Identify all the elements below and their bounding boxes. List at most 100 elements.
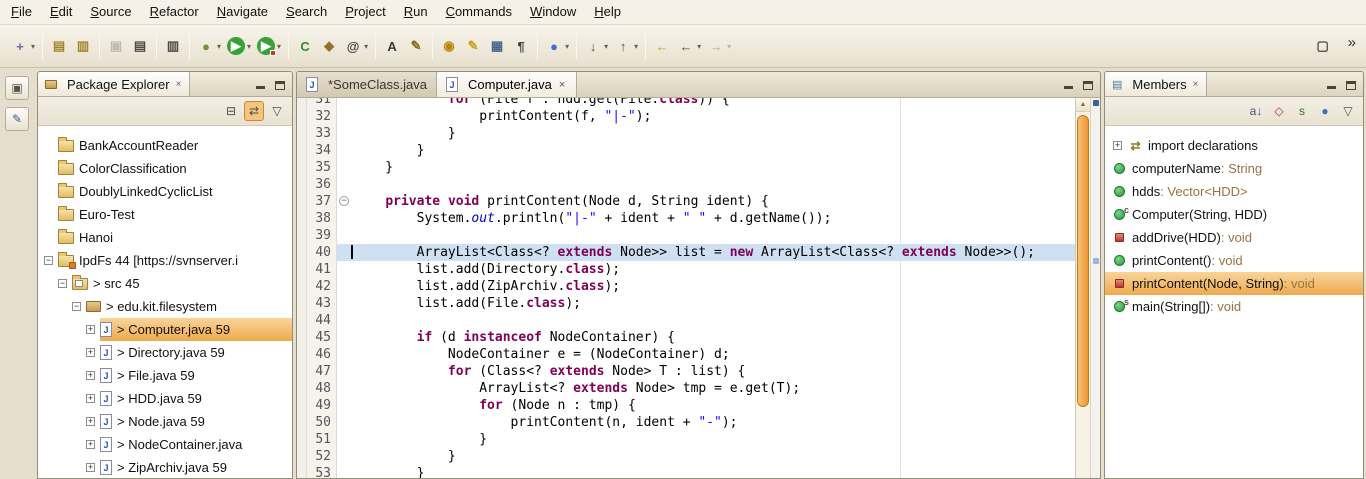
expander-icon[interactable]: + — [84, 323, 97, 336]
toolbar-overflow-chevron[interactable]: » — [1344, 34, 1360, 51]
tree-item[interactable]: +J> File.java 59 — [38, 364, 292, 387]
code-line[interactable]: 33 } — [307, 125, 1075, 142]
last-edit-location-button[interactable]: ← — [651, 34, 673, 58]
code-line[interactable]: 44 — [307, 312, 1075, 329]
tab-members[interactable]: ▤ Members × — [1105, 72, 1207, 96]
search-button[interactable]: ◉ — [438, 34, 460, 58]
previous-annotation-button[interactable]: ↑▾ — [612, 34, 640, 58]
new-java-package-button[interactable]: ◆ — [318, 34, 340, 58]
annotation-ruler[interactable] — [297, 98, 307, 478]
close-icon[interactable]: × — [175, 79, 183, 90]
code-line[interactable]: 36 — [307, 176, 1075, 193]
tree-item[interactable]: −> src 45 — [38, 272, 292, 295]
tree-item[interactable]: +J> Directory.java 59 — [38, 341, 292, 364]
menu-edit[interactable]: Edit — [41, 0, 81, 24]
tab-package-explorer[interactable]: Package Explorer × — [38, 72, 190, 96]
expander-icon[interactable]: + — [84, 392, 97, 405]
maximize-button[interactable] — [273, 78, 286, 91]
expander-icon[interactable]: − — [70, 300, 83, 313]
member-item[interactable]: printContent(Node, String) : void — [1105, 272, 1363, 295]
dropdown-arrow-icon[interactable]: ▾ — [217, 42, 221, 51]
code-line[interactable]: 39 — [307, 227, 1075, 244]
sort-button[interactable]: a↓ — [1246, 101, 1266, 121]
dropdown-arrow-icon[interactable]: ▾ — [565, 42, 569, 51]
dropdown-arrow-icon[interactable]: ▾ — [364, 42, 368, 51]
debug-button[interactable]: ●▾ — [195, 34, 223, 58]
member-item[interactable]: smain(String[]) : void — [1105, 295, 1363, 318]
menu-search[interactable]: Search — [277, 0, 336, 24]
expander-icon[interactable]: + — [84, 346, 97, 359]
member-item[interactable]: hdds : Vector<HDD> — [1105, 180, 1363, 203]
ant-build-button[interactable]: A — [381, 34, 403, 58]
expander-icon[interactable]: + — [84, 461, 97, 474]
tree-item[interactable]: BankAccountReader — [38, 134, 292, 157]
overview-mark[interactable] — [1093, 258, 1099, 264]
code-line[interactable]: 49 for (Node n : tmp) { — [307, 397, 1075, 414]
coverage-button[interactable]: @▾ — [342, 34, 370, 58]
expander-icon[interactable]: + — [84, 415, 97, 428]
dropdown-arrow-icon[interactable]: ▾ — [604, 42, 608, 51]
tab-computer-java[interactable]: J Computer.java × — [437, 72, 577, 97]
minimize-button[interactable] — [1062, 78, 1075, 91]
menu-run[interactable]: Run — [395, 0, 437, 24]
menu-navigate[interactable]: Navigate — [208, 0, 277, 24]
fold-marker-icon[interactable]: − — [339, 196, 349, 206]
code-line[interactable]: 32 printContent(f, "|-"); — [307, 108, 1075, 125]
code-line[interactable]: 45 if (d instanceof NodeContainer) { — [307, 329, 1075, 346]
hide-fields-button[interactable]: ◇ — [1269, 101, 1289, 121]
code-line[interactable]: 40 ArrayList<Class<? extends Node>> list… — [307, 244, 1075, 261]
open-view-button[interactable]: ✎ — [5, 107, 29, 131]
link-with-editor-button[interactable]: ⇄ — [244, 101, 264, 121]
run-button[interactable]: ▶▾ — [225, 34, 253, 58]
code-line[interactable]: 31 for (File f : hdd.get(File.class)) { — [307, 98, 1075, 108]
code-line[interactable]: 37− private void printContent(Node d, St… — [307, 193, 1075, 210]
menu-file[interactable]: File — [2, 0, 41, 24]
tree-item[interactable]: Euro-Test — [38, 203, 292, 226]
tree-item[interactable]: +J> NodeContainer.java — [38, 433, 292, 456]
tree-item[interactable]: +J> HDD.java 59 — [38, 387, 292, 410]
member-item[interactable]: computerName : String — [1105, 157, 1363, 180]
minimize-button[interactable] — [1325, 78, 1338, 91]
vertical-scrollbar[interactable]: ▲ — [1075, 98, 1090, 478]
print-button[interactable]: ▤ — [129, 34, 151, 58]
open-task-button[interactable]: ▤ — [48, 34, 70, 58]
expander-icon[interactable]: + — [84, 438, 97, 451]
code-line[interactable]: 52 } — [307, 448, 1075, 465]
new-java-class-button[interactable]: C — [294, 34, 316, 58]
hide-static-button[interactable]: s — [1292, 101, 1312, 121]
expander-icon[interactable]: + — [84, 369, 97, 382]
task-repositories-button[interactable]: ▥ — [72, 34, 94, 58]
tree-item[interactable]: Hanoi — [38, 226, 292, 249]
code-line[interactable]: 41 list.add(Directory.class); — [307, 261, 1075, 278]
code-line[interactable]: 53 } — [307, 465, 1075, 478]
web-browser-button[interactable]: ●▾ — [543, 34, 571, 58]
code-line[interactable]: 46 NodeContainer e = (NodeContainer) d; — [307, 346, 1075, 363]
dropdown-arrow-icon[interactable]: ▾ — [247, 42, 251, 51]
dropdown-arrow-icon[interactable]: ▾ — [634, 42, 638, 51]
member-item[interactable]: cComputer(String, HDD) — [1105, 203, 1363, 226]
code-line[interactable]: 50 printContent(n, ident + "-"); — [307, 414, 1075, 431]
tree-item[interactable]: +J> ZipArchiv.java 59 — [38, 456, 292, 478]
tree-item[interactable]: +J> Computer.java 59 — [38, 318, 292, 341]
show-whitespace-button[interactable]: ▦ — [486, 34, 508, 58]
expander-icon[interactable]: − — [42, 254, 55, 267]
code-line[interactable]: 35 } — [307, 159, 1075, 176]
tree-item[interactable]: DoublyLinkedCyclicList — [38, 180, 292, 203]
tree-item[interactable]: −> edu.kit.filesystem — [38, 295, 292, 318]
tree-item[interactable]: ColorClassification — [38, 157, 292, 180]
menu-commands[interactable]: Commands — [437, 0, 521, 24]
maximize-button[interactable] — [1081, 78, 1094, 91]
overview-mark[interactable] — [1093, 100, 1099, 106]
save-button[interactable]: ▣ — [105, 34, 127, 58]
code-line[interactable]: 42 list.add(ZipArchiv.class); — [307, 278, 1075, 295]
member-item[interactable]: printContent() : void — [1105, 249, 1363, 272]
overview-ruler[interactable] — [1090, 98, 1100, 478]
menu-window[interactable]: Window — [521, 0, 585, 24]
mark-occurrences-button[interactable]: ✎ — [462, 34, 484, 58]
code-line[interactable]: 43 list.add(File.class); — [307, 295, 1075, 312]
menu-help[interactable]: Help — [585, 0, 630, 24]
scrollbar-thumb[interactable] — [1077, 115, 1089, 407]
code-line[interactable]: 51 } — [307, 431, 1075, 448]
code-line[interactable]: 34 } — [307, 142, 1075, 159]
menu-source[interactable]: Source — [81, 0, 140, 24]
